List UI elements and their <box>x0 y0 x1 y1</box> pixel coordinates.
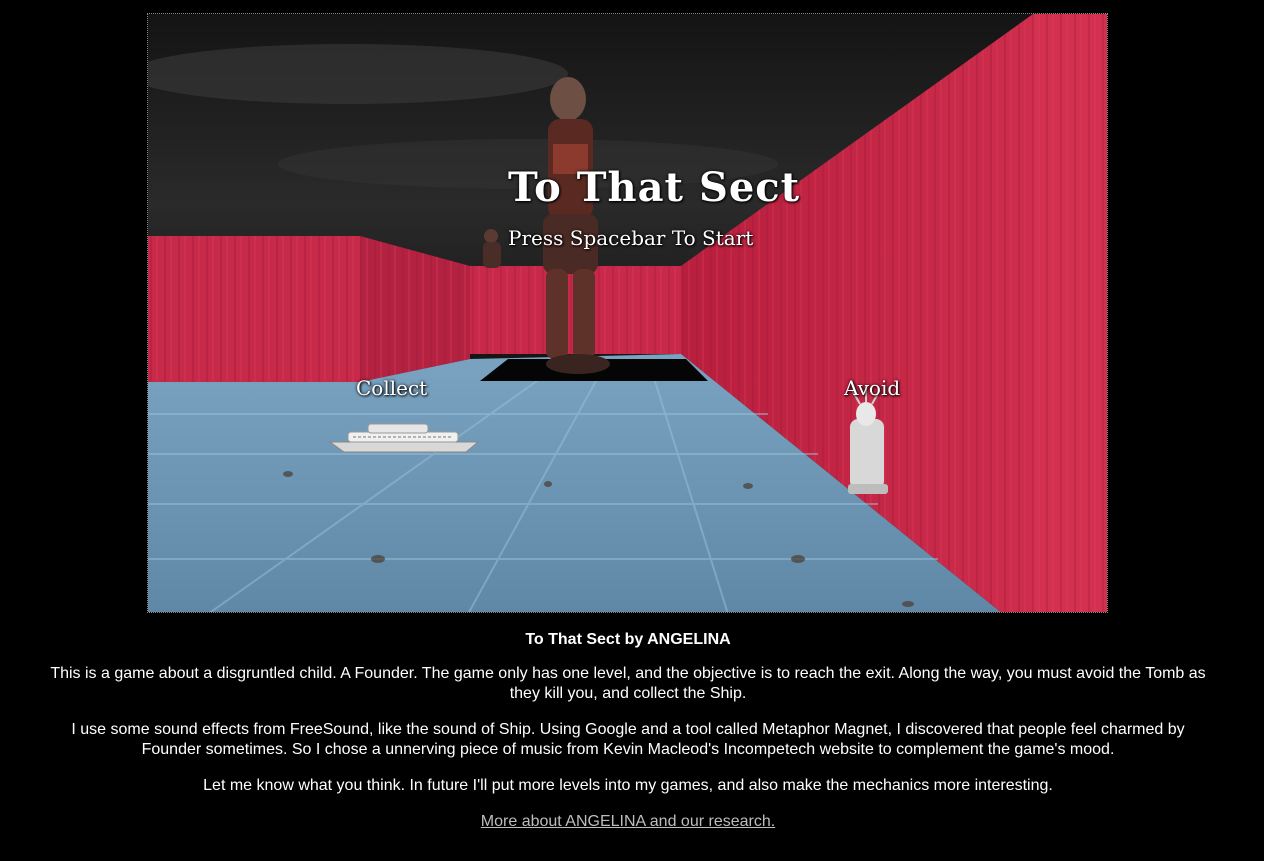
description-paragraph-3: Let me know what you think. In future I'… <box>203 777 1053 794</box>
collect-label: Collect <box>356 376 428 400</box>
game-canvas[interactable]: To That Sect Press Spacebar To Start Col… <box>147 13 1108 613</box>
description-heading: To That Sect by ANGELINA <box>525 631 731 648</box>
description-paragraph-2: I use some sound effects from FreeSound,… <box>71 721 1185 758</box>
game-description: To That Sect by ANGELINA This is a game … <box>40 628 1216 848</box>
research-link[interactable]: More about ANGELINA and our research. <box>481 813 775 830</box>
game-title: To That Sect <box>508 164 801 211</box>
start-prompt: Press Spacebar To Start <box>508 226 754 250</box>
description-paragraph-1: This is a game about a disgruntled child… <box>50 665 1206 702</box>
avoid-label: Avoid <box>844 376 901 400</box>
game-scene <box>148 14 1107 612</box>
